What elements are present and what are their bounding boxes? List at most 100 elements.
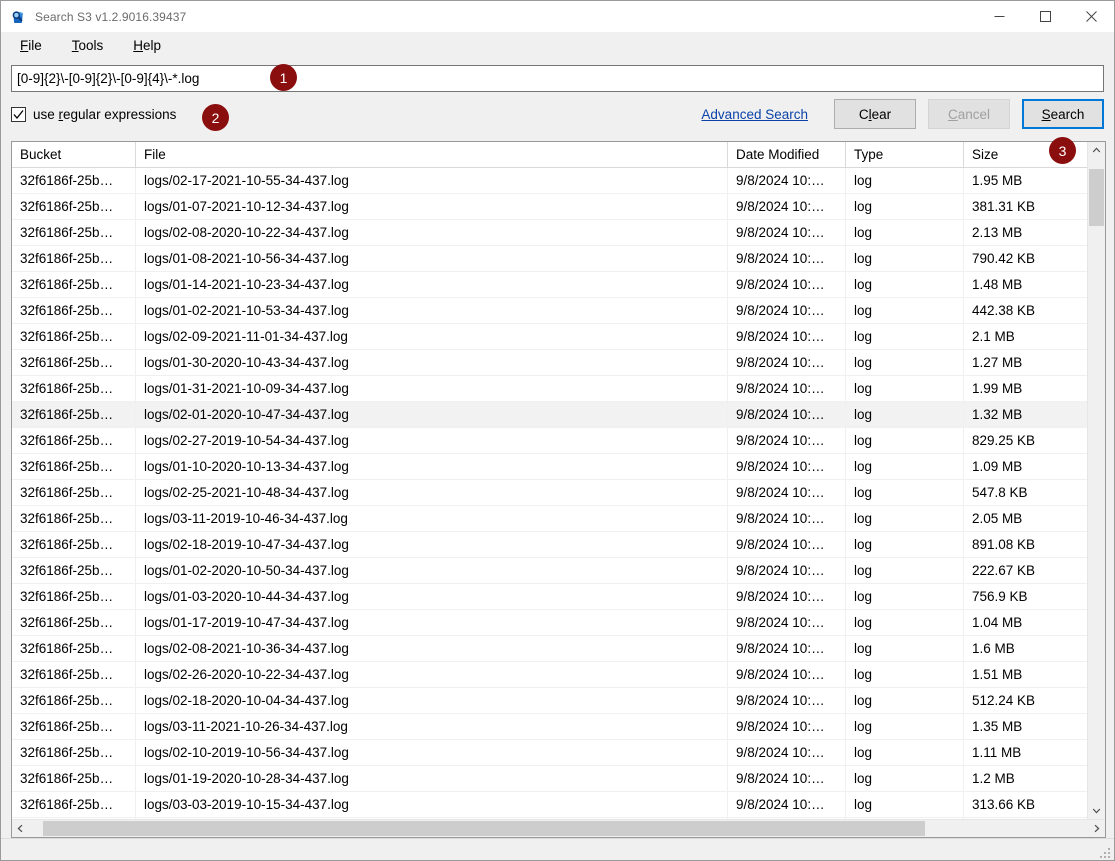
- table-row[interactable]: 32f6186f-25b… logs/01-31-2021-10-09-34-43…: [12, 376, 1087, 402]
- table-row[interactable]: 32f6186f-25b… logs/02-27-2019-10-54-34-43…: [12, 428, 1087, 454]
- vertical-scroll-thumb[interactable]: [1089, 169, 1104, 226]
- cell-type: log: [846, 636, 964, 661]
- table-row[interactable]: 32f6186f-25b… logs/01-02-2020-10-50-34-43…: [12, 558, 1087, 584]
- cell-size: 222.67 KB: [972, 563, 1036, 578]
- cell-size: 1.6 MB: [972, 641, 1015, 656]
- scroll-left-icon[interactable]: [12, 820, 29, 837]
- scroll-down-icon[interactable]: [1088, 802, 1105, 819]
- title-bar: Search S3 v1.2.9016.39437: [1, 1, 1114, 32]
- cell-file: logs/02-17-2021-10-55-34-437.log: [136, 168, 728, 193]
- cancel-label-accel: C: [947, 106, 958, 122]
- regex-checkbox[interactable]: use regular expressions: [11, 106, 177, 122]
- application-window: Search S3 v1.2.9016.39437 File Tools Hel…: [0, 0, 1115, 861]
- table-row[interactable]: 32f6186f-25b… logs/01-10-2020-10-13-34-43…: [12, 454, 1087, 480]
- regex-label-before: use: [33, 106, 59, 122]
- advanced-search-link[interactable]: Advanced Search: [701, 107, 808, 122]
- resize-grip[interactable]: [1099, 846, 1111, 858]
- search-label-accel: S: [1041, 106, 1051, 122]
- cell-bucket: 32f6186f-25b…: [12, 662, 136, 687]
- vertical-scrollbar[interactable]: [1087, 142, 1105, 819]
- menu-item-help[interactable]: Help: [123, 34, 171, 57]
- table-row[interactable]: 32f6186f-25b… logs/01-14-2021-10-23-34-43…: [12, 272, 1087, 298]
- cell-size: 1.11 MB: [972, 745, 1022, 760]
- horizontal-scrollbar[interactable]: [12, 819, 1105, 837]
- column-header-bucket[interactable]: Bucket: [12, 142, 136, 167]
- table-row[interactable]: 32f6186f-25b… logs/02-25-2021-10-48-34-43…: [12, 480, 1087, 506]
- table-row[interactable]: 32f6186f-25b… logs/01-08-2021-10-56-34-43…: [12, 246, 1087, 272]
- column-header-date-modified[interactable]: Date Modified: [728, 142, 846, 167]
- cell-type: log: [846, 740, 964, 765]
- table-row[interactable]: 32f6186f-25b… logs/02-08-2021-10-36-34-43…: [12, 636, 1087, 662]
- table-row[interactable]: 32f6186f-25b… logs/02-18-2020-10-04-34-43…: [12, 688, 1087, 714]
- vertical-scroll-track[interactable]: [1088, 159, 1105, 802]
- cell-file: logs/01-03-2020-10-44-34-437.log: [136, 584, 728, 609]
- maximize-button[interactable]: [1022, 1, 1068, 32]
- search-actions: Advanced Search Cl ear Cancel Search: [701, 99, 1104, 129]
- cell-bucket: 32f6186f-25b…: [12, 376, 136, 401]
- menu-item-tools[interactable]: Tools: [62, 34, 114, 57]
- cell-type: log: [846, 168, 964, 193]
- cell-size: 1.35 MB: [972, 719, 1023, 734]
- table-row[interactable]: 32f6186f-25b… logs/03-11-2021-10-26-34-43…: [12, 714, 1087, 740]
- table-row[interactable]: 32f6186f-25b… logs/03-03-2019-10-15-34-43…: [12, 792, 1087, 818]
- cell-type: log: [846, 480, 964, 505]
- cell-file: logs/02-09-2021-11-01-34-437.log: [136, 324, 728, 349]
- cell-size: 547.8 KB: [972, 485, 1028, 500]
- table-row[interactable]: 32f6186f-25b… logs/02-08-2020-10-22-34-43…: [12, 220, 1087, 246]
- table-row[interactable]: 32f6186f-25b… logs/01-17-2019-10-47-34-43…: [12, 610, 1087, 636]
- table-row[interactable]: 32f6186f-25b… logs/02-01-2020-10-47-34-43…: [12, 402, 1087, 428]
- horizontal-scroll-track[interactable]: [29, 820, 1088, 837]
- cell-bucket: 32f6186f-25b…: [12, 506, 136, 531]
- table-row[interactable]: 32f6186f-25b… logs/03-11-2019-10-46-34-43…: [12, 506, 1087, 532]
- table-row[interactable]: 32f6186f-25b… logs/01-30-2020-10-43-34-43…: [12, 350, 1087, 376]
- table-row[interactable]: 32f6186f-25b… logs/01-02-2021-10-53-34-43…: [12, 298, 1087, 324]
- table-row[interactable]: 32f6186f-25b… logs/02-26-2020-10-22-34-43…: [12, 662, 1087, 688]
- close-button[interactable]: [1068, 1, 1114, 32]
- horizontal-scroll-thumb[interactable]: [43, 821, 925, 836]
- cell-size: 2.05 MB: [972, 511, 1023, 526]
- window-controls: [976, 1, 1114, 32]
- cell-file: logs/01-14-2021-10-23-34-437.log: [136, 272, 728, 297]
- table-row[interactable]: 32f6186f-25b… logs/02-18-2019-10-47-34-43…: [12, 532, 1087, 558]
- table-row[interactable]: 32f6186f-25b… logs/02-09-2021-11-01-34-43…: [12, 324, 1087, 350]
- column-header-file[interactable]: File: [136, 142, 728, 167]
- table-row[interactable]: 32f6186f-25b… logs/02-10-2019-10-56-34-43…: [12, 740, 1087, 766]
- cell-file: logs/03-11-2019-10-46-34-437.log: [136, 506, 728, 531]
- cancel-label-after: ancel: [957, 106, 991, 122]
- menu-item-file[interactable]: File: [10, 34, 52, 57]
- minimize-button[interactable]: [976, 1, 1022, 32]
- cell-file: logs/01-17-2019-10-47-34-437.log: [136, 610, 728, 635]
- cell-size: 1.48 MB: [972, 277, 1023, 292]
- cell-date-modified: 9/8/2024 10:…: [728, 532, 846, 557]
- cell-bucket: 32f6186f-25b…: [12, 584, 136, 609]
- cell-file: logs/02-01-2020-10-47-34-437.log: [136, 402, 728, 427]
- menu-tools-rest: ools: [78, 38, 104, 53]
- clear-button[interactable]: Cl ear: [834, 99, 916, 129]
- cell-bucket: 32f6186f-25b…: [12, 272, 136, 297]
- menu-file-accel: F: [20, 38, 29, 53]
- cell-bucket: 32f6186f-25b…: [12, 168, 136, 193]
- cell-type: log: [846, 766, 964, 791]
- table-row[interactable]: 32f6186f-25b… logs/01-03-2020-10-44-34-43…: [12, 584, 1087, 610]
- cell-bucket: 32f6186f-25b…: [12, 454, 136, 479]
- cell-date-modified: 9/8/2024 10:…: [728, 350, 846, 375]
- cell-type: log: [846, 324, 964, 349]
- scroll-right-icon[interactable]: [1088, 820, 1105, 837]
- table-row[interactable]: 32f6186f-25b… logs/01-07-2021-10-12-34-43…: [12, 194, 1087, 220]
- search-button[interactable]: Search: [1022, 99, 1104, 129]
- cell-bucket: 32f6186f-25b…: [12, 246, 136, 271]
- menu-file-rest: ile: [28, 38, 42, 53]
- cell-date-modified: 9/8/2024 10:…: [728, 376, 846, 401]
- column-header-type[interactable]: Type: [846, 142, 964, 167]
- table-row[interactable]: 32f6186f-25b… logs/02-17-2021-10-55-34-43…: [12, 168, 1087, 194]
- search-input[interactable]: [11, 65, 1104, 92]
- table-row[interactable]: 32f6186f-25b… logs/01-19-2020-10-28-34-43…: [12, 766, 1087, 792]
- regex-label-after: egular expressions: [63, 106, 177, 122]
- column-header-size[interactable]: Size: [964, 142, 1087, 167]
- cell-bucket: 32f6186f-25b…: [12, 298, 136, 323]
- cell-file: logs/01-31-2021-10-09-34-437.log: [136, 376, 728, 401]
- cell-date-modified: 9/8/2024 10:…: [728, 636, 846, 661]
- scroll-up-icon[interactable]: [1088, 142, 1105, 159]
- cell-date-modified: 9/8/2024 10:…: [728, 428, 846, 453]
- results-list-main: Bucket File Date Modified Type Size 32f6…: [12, 142, 1105, 819]
